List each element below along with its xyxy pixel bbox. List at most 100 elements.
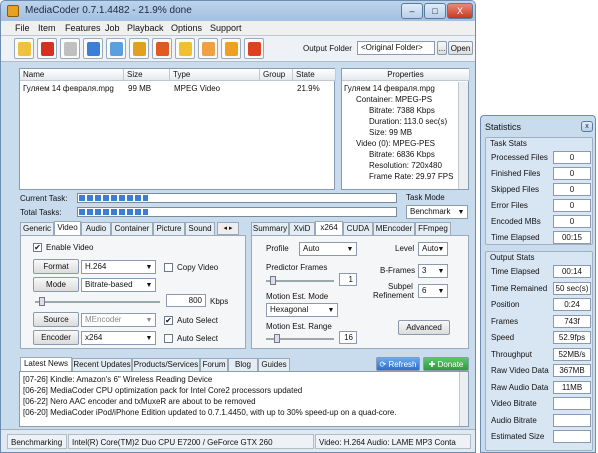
file-name: Гуляем 14 февраля.mpg [23, 84, 114, 93]
motion-range-input[interactable]: 16 [339, 331, 357, 344]
tab-products-services[interactable]: Products/Services [132, 358, 200, 371]
current-task-progress [77, 193, 397, 203]
task-mode-select[interactable]: Benchmark ▼ [406, 205, 468, 219]
column-state[interactable]: State [293, 69, 336, 81]
wizard-button[interactable] [129, 38, 149, 59]
bitrate-slider[interactable] [35, 301, 160, 303]
tab-container[interactable]: Container [111, 222, 153, 235]
tab-scroll-arrows[interactable]: ◂ ▸ [217, 222, 239, 235]
donate-button[interactable]: ✚ Donate [423, 357, 469, 371]
source-select[interactable]: MEncoder ▼ [81, 313, 156, 327]
encoder-button[interactable]: Encoder [33, 330, 79, 345]
copy-video-checkbox[interactable] [164, 263, 173, 272]
menu-support[interactable]: Support [210, 23, 242, 33]
news-item[interactable]: [06-20] MediaCoder iPod/iPhone Edition u… [23, 408, 397, 418]
chevron-down-icon: ▼ [145, 317, 153, 324]
tab-cuda[interactable]: CUDA [343, 222, 373, 235]
tab-summary[interactable]: Summary [251, 222, 289, 235]
title-bar[interactable]: MediaCoder 0.7.1.4482 - 21.9% done – □ X [1, 1, 475, 21]
enable-video-checkbox[interactable]: ✔ [33, 243, 42, 252]
subpel-select[interactable]: 6 ▼ [418, 284, 448, 298]
tab-forum[interactable]: Forum [200, 358, 228, 371]
encoder-select[interactable]: x264 ▼ [81, 331, 156, 345]
play-button[interactable] [83, 38, 103, 59]
transcode-button[interactable] [152, 38, 172, 59]
menu-item[interactable]: Item [38, 23, 56, 33]
menu-job[interactable]: Job [105, 23, 120, 33]
tab-xvid[interactable]: XviD [289, 222, 315, 235]
refresh-button[interactable]: ⟳ Refresh [376, 357, 420, 371]
stat-value: 367MB [553, 364, 591, 377]
tab-guides[interactable]: Guides [258, 358, 290, 371]
predictor-slider-knob[interactable] [270, 276, 276, 285]
task-mode-label: Task Mode [406, 193, 445, 202]
motion-est-mode-select[interactable]: Hexagonal ▼ [266, 303, 338, 317]
column-name[interactable]: Name [20, 69, 124, 81]
column-type[interactable]: Type [170, 69, 260, 81]
tab-video[interactable]: Video [54, 221, 81, 235]
encoder-auto-select-checkbox[interactable] [164, 334, 173, 343]
tab-x264[interactable]: x264 [315, 221, 343, 235]
chevron-down-icon: ▼ [327, 307, 335, 314]
media-info-button[interactable] [106, 38, 126, 59]
source-button[interactable]: Source [33, 312, 79, 327]
column-group[interactable]: Group [260, 69, 293, 81]
add-file-button[interactable] [14, 38, 34, 59]
open-button[interactable]: Open [448, 41, 473, 55]
x264-tab-panel: Profile Auto ▼ Level Auto ▼ Predictor Fram… [251, 235, 469, 349]
stop-button[interactable] [244, 38, 264, 59]
tab-latest-news[interactable]: Latest News [20, 357, 72, 371]
file-list[interactable]: Name Size Type Group State Гуляем 14 фев… [19, 68, 336, 190]
statistics-close-button[interactable]: x [581, 121, 593, 132]
format-button[interactable]: Format [33, 259, 79, 274]
output-folder-input[interactable]: <Original Folder> [357, 41, 435, 55]
b-frames-label: B-Frames [380, 266, 416, 275]
close-button[interactable]: X [447, 3, 473, 19]
tools-button[interactable] [198, 38, 218, 59]
tab-generic[interactable]: Generic [20, 222, 54, 235]
mode-select[interactable]: Bitrate-based ▼ [81, 278, 156, 292]
stat-label: Estimated Size [491, 432, 545, 441]
menu-options[interactable]: Options [171, 23, 202, 33]
tab-ffmpeg[interactable]: FFmpeg [415, 222, 451, 235]
menu-playback[interactable]: Playback [127, 23, 164, 33]
news-scrollbar[interactable] [459, 372, 468, 426]
stat-label: Time Remained [491, 283, 548, 293]
tab-sound[interactable]: Sound [185, 222, 215, 235]
mode-button[interactable]: Mode [33, 277, 79, 292]
list-button[interactable] [175, 38, 195, 59]
news-item[interactable]: [07-26] Kindle: Amazon's 6" Wireless Rea… [23, 375, 212, 385]
tab-recent-updates[interactable]: Recent Updates [72, 358, 132, 371]
maximize-button[interactable]: □ [424, 3, 446, 19]
properties-scrollbar[interactable] [458, 82, 468, 189]
pause-button[interactable] [221, 38, 241, 59]
tab-blog[interactable]: Blog [228, 358, 258, 371]
format-select[interactable]: H.264 ▼ [81, 260, 156, 274]
menu-file[interactable]: File [15, 23, 30, 33]
predictor-input[interactable]: 1 [339, 273, 357, 286]
clear-button[interactable] [60, 38, 80, 59]
browse-button[interactable]: ... [437, 41, 447, 55]
news-item[interactable]: [06-22] Nero AAC encoder and txMuxeR are… [23, 397, 256, 407]
remove-button[interactable] [37, 38, 57, 59]
minimize-button[interactable]: – [401, 3, 423, 19]
tab-audio[interactable]: Audio [81, 222, 111, 235]
level-select[interactable]: Auto ▼ [418, 242, 448, 256]
motion-range-slider-knob[interactable] [274, 334, 280, 343]
profile-select[interactable]: Auto ▼ [299, 242, 357, 256]
stat-value: 0:24 [553, 298, 591, 311]
bitrate-slider-knob[interactable] [39, 297, 45, 306]
tab-picture[interactable]: Picture [153, 222, 185, 235]
clear-icon [64, 42, 77, 56]
column-size[interactable]: Size [124, 69, 170, 81]
predictor-slider[interactable] [266, 280, 334, 282]
b-frames-select[interactable]: 3 ▼ [418, 264, 448, 278]
tab-mencoder[interactable]: MEncoder [373, 222, 415, 235]
chevron-down-icon: ▼ [457, 209, 465, 216]
properties-header: Properties [342, 69, 470, 81]
source-auto-select-checkbox[interactable]: ✔ [164, 316, 173, 325]
advanced-button[interactable]: Advanced [398, 320, 450, 335]
news-item[interactable]: [06-26] MediaCoder CPU optimization pack… [23, 386, 302, 396]
menu-features[interactable]: Features [65, 23, 101, 33]
bitrate-input[interactable]: 800 [166, 294, 206, 307]
